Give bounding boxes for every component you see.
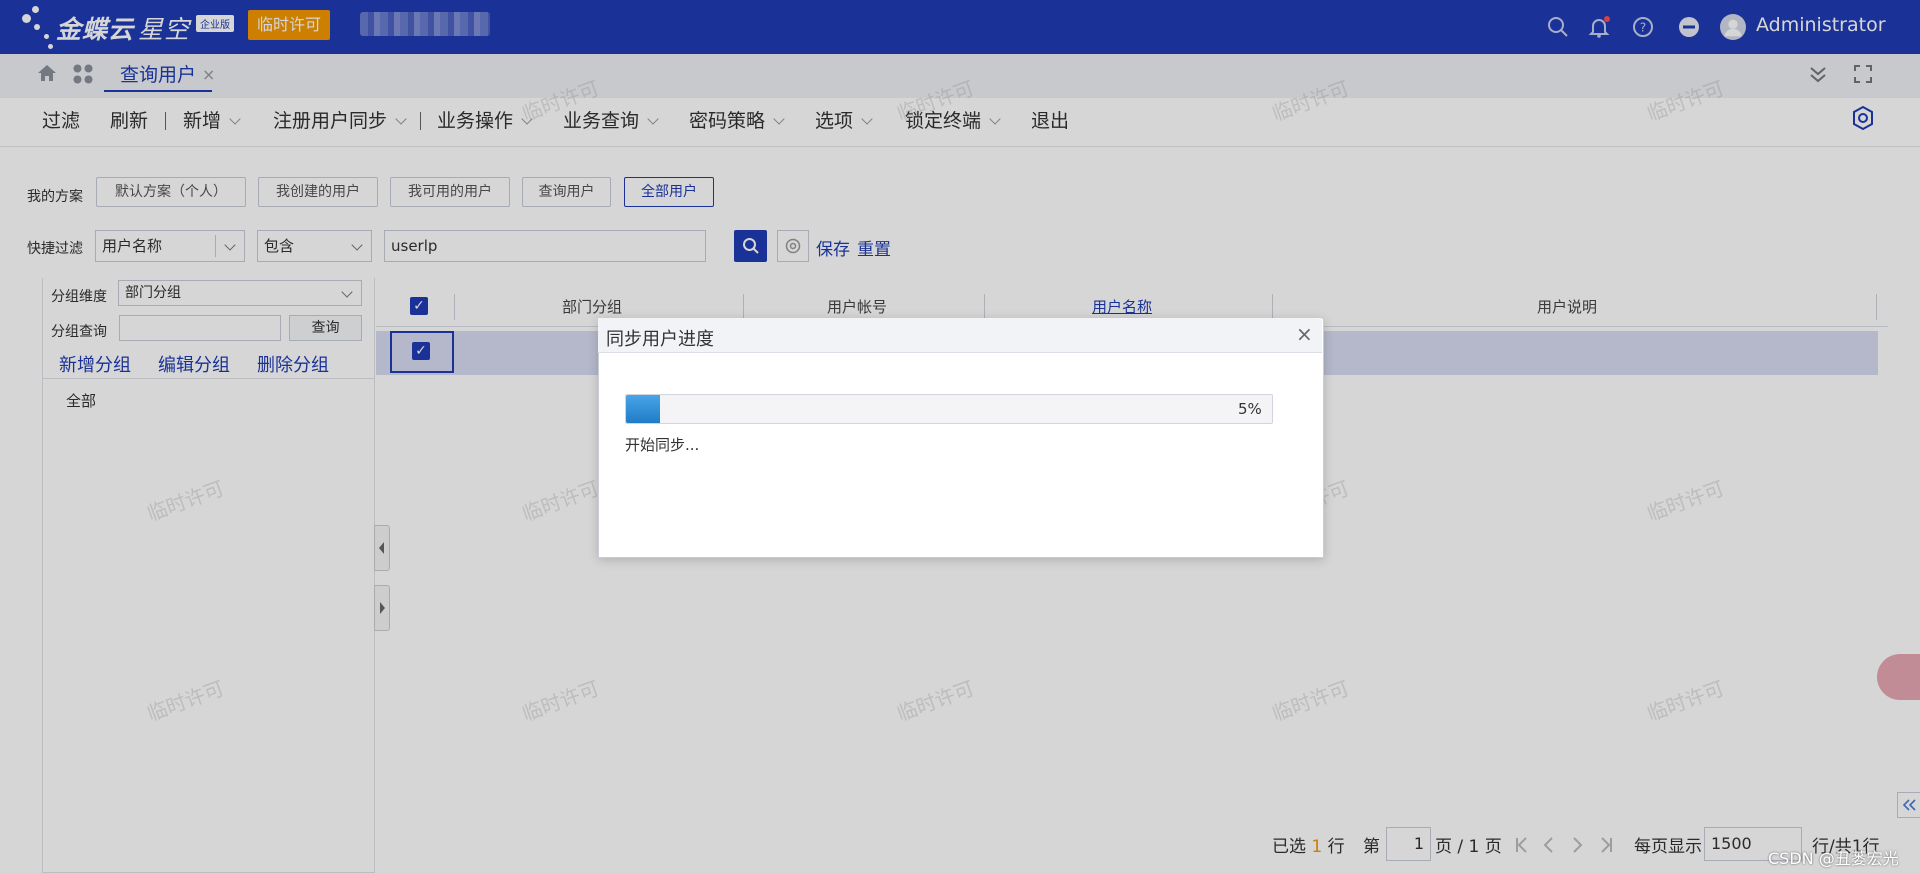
progress-status-text: 开始同步... — [625, 436, 700, 454]
csdn-credit: CSDN @丑蒌宏光 — [1768, 849, 1899, 868]
progress-percent: 5% — [1238, 400, 1262, 418]
progress-bar-fill — [626, 395, 660, 423]
sync-progress-dialog — [598, 318, 1324, 558]
dialog-title: 同步用户进度 — [606, 329, 714, 350]
progress-bar — [625, 394, 1273, 424]
close-icon[interactable]: × — [1296, 322, 1313, 346]
